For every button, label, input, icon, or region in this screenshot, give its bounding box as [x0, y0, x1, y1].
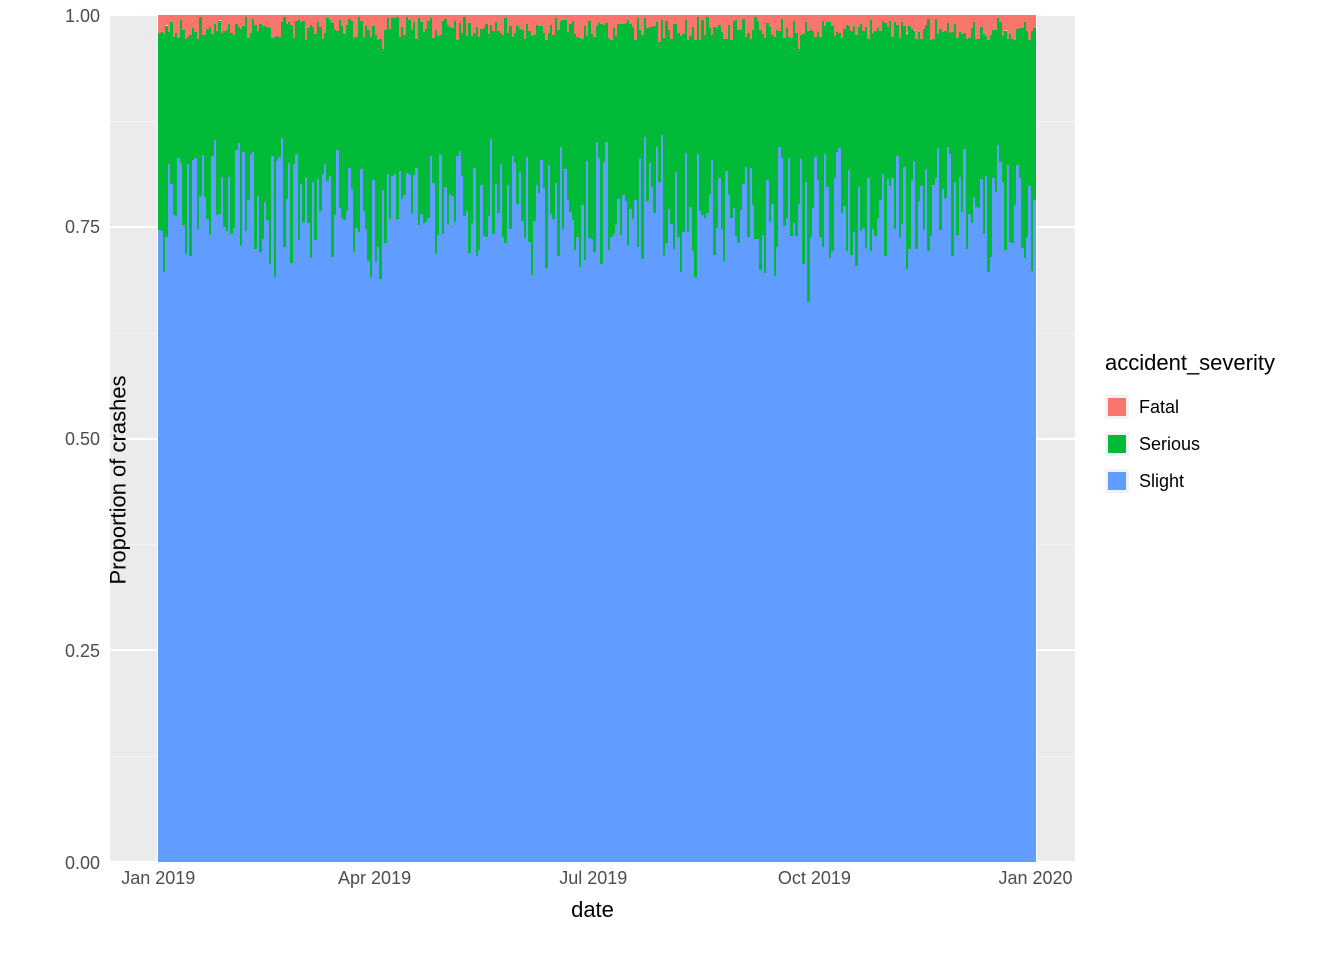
y-axis-title: [0, 15, 8, 862]
legend-label: Serious: [1139, 434, 1200, 455]
legend-item-slight: Slight: [1105, 469, 1184, 493]
legend-label: Fatal: [1139, 397, 1179, 418]
x-axis-title: date: [110, 897, 1075, 923]
y-tick-label: 0.75: [20, 217, 100, 238]
bar-day: [1033, 15, 1036, 862]
legend-swatch-slight: [1105, 469, 1129, 493]
y-tick-label: 0.50: [20, 429, 100, 450]
chart-root: 0.00 0.25 0.50 0.75 1.00 Jan 2019 Apr 201…: [0, 0, 1344, 960]
legend-swatch-fatal: [1105, 395, 1129, 419]
seg-slight: [1033, 200, 1036, 862]
legend-swatch-serious: [1105, 432, 1129, 456]
plot-area: [110, 15, 1075, 862]
legend-item-serious: Serious: [1105, 432, 1200, 456]
seg-fatal: [1033, 15, 1036, 28]
seg-serious: [1033, 28, 1036, 199]
y-tick-label: 1.00: [20, 6, 100, 27]
legend-label: Slight: [1139, 471, 1184, 492]
y-tick-label: 0.00: [20, 853, 100, 874]
x-tick-label: Apr 2019: [320, 868, 430, 889]
y-axis-title: Proportion of crashes: [106, 375, 132, 584]
x-tick-label: Jan 2019: [103, 868, 213, 889]
x-tick-label: Jan 2020: [981, 868, 1091, 889]
legend-item-fatal: Fatal: [1105, 395, 1179, 419]
x-tick-label: Oct 2019: [759, 868, 869, 889]
x-tick-label: Jul 2019: [538, 868, 648, 889]
y-tick-label: 0.25: [20, 641, 100, 662]
legend-title: accident_severity: [1105, 350, 1275, 376]
